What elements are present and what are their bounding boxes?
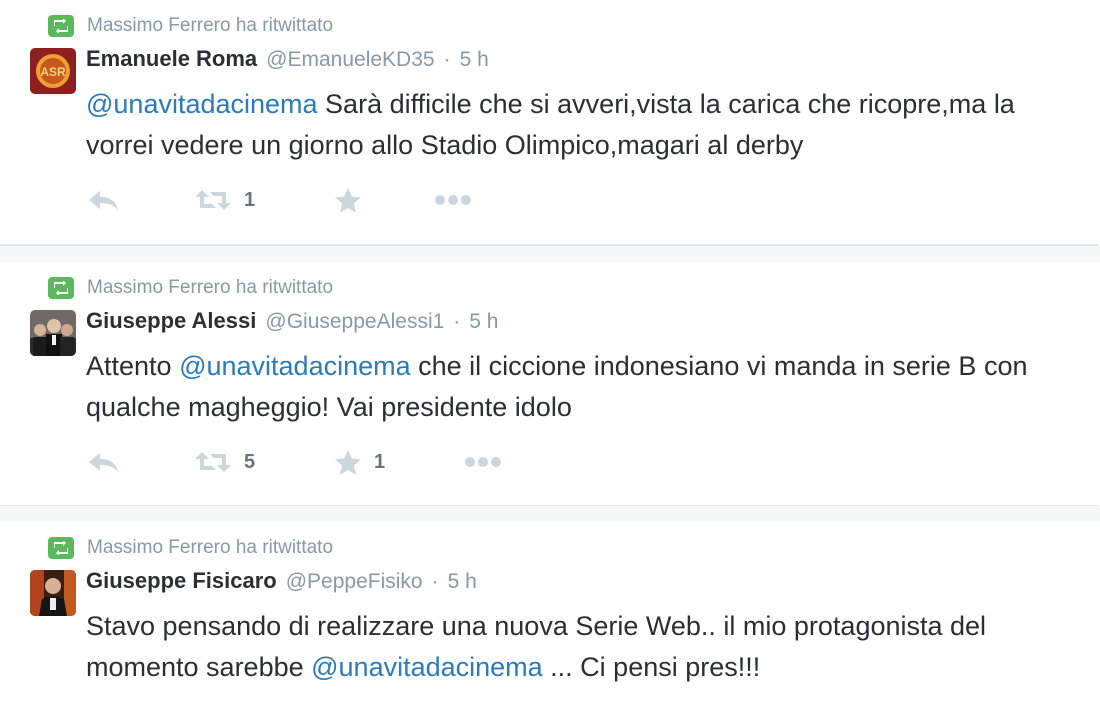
retweet-count: 1 xyxy=(244,188,256,211)
more-button[interactable] xyxy=(464,447,502,477)
author-username[interactable]: @PeppeFisiko xyxy=(286,570,423,594)
header-separator: · xyxy=(443,48,451,71)
tweet-header: Giuseppe Alessi @GiuseppeAlessi1 · 5 h xyxy=(86,308,499,334)
author-fullname[interactable]: Giuseppe Fisicaro xyxy=(86,568,277,594)
tweet-timestamp[interactable]: 5 h xyxy=(460,48,489,72)
tweet-timestamp[interactable]: 5 h xyxy=(469,310,498,334)
tweet-timestamp[interactable]: 5 h xyxy=(448,570,477,594)
author-fullname[interactable]: Emanuele Roma xyxy=(86,46,257,72)
tweet-text: @unavitadacinema Sarà difficile che si a… xyxy=(86,84,1086,166)
tweet-text-segment: ... Ci pensi pres!!! xyxy=(542,652,761,682)
retweet-icon xyxy=(195,452,231,472)
retweet-button[interactable]: 5 xyxy=(194,447,255,477)
header-separator: · xyxy=(431,570,439,593)
favorite-button[interactable] xyxy=(334,185,374,215)
tweet[interactable]: Massimo Ferrero ha ritwittato Giuseppe A… xyxy=(0,262,1098,507)
retweet-count: 5 xyxy=(244,450,256,473)
tweet-text-segment: Attento xyxy=(86,351,180,381)
portrait-photo-icon xyxy=(30,570,76,616)
retweet-context-label: Massimo Ferrero ha ritwittato xyxy=(87,277,334,298)
divider xyxy=(0,506,1100,522)
reply-icon xyxy=(89,453,118,472)
reply-button[interactable] xyxy=(86,447,120,477)
tweet-text: Stavo pensando di realizzare una nuova S… xyxy=(86,606,1086,688)
divider xyxy=(0,246,1100,262)
group-photo-icon xyxy=(30,310,76,356)
mention-link[interactable]: @unavitadacinema xyxy=(311,652,543,682)
svg-text:ASR: ASR xyxy=(40,65,66,79)
retweet-context-label: Massimo Ferrero ha ritwittato xyxy=(87,537,334,558)
as-roma-logo-icon: ASR xyxy=(30,48,76,94)
tweet-header: Emanuele Roma @EmanueleKD35 · 5 h xyxy=(86,46,489,72)
retweet-icon xyxy=(48,15,74,37)
retweet-button[interactable]: 1 xyxy=(194,185,255,215)
retweet-context: Massimo Ferrero ha ritwittato xyxy=(48,536,333,560)
timeline: Massimo Ferrero ha ritwittato ASR Emanue… xyxy=(0,0,1100,714)
mention-link[interactable]: @unavitadacinema xyxy=(86,89,318,119)
mention-link[interactable]: @unavitadacinema xyxy=(179,351,411,381)
retweet-context: Massimo Ferrero ha ritwittato xyxy=(48,14,333,38)
favorite-button[interactable]: 1 xyxy=(334,447,385,477)
more-dots-icon xyxy=(465,457,501,467)
retweet-icon xyxy=(195,190,231,210)
tweet-header: Giuseppe Fisicaro @PeppeFisiko · 5 h xyxy=(86,568,477,594)
retweet-context-label: Massimo Ferrero ha ritwittato xyxy=(87,15,334,36)
reply-button[interactable] xyxy=(86,185,120,215)
star-icon xyxy=(335,449,361,475)
retweet-icon xyxy=(48,537,74,559)
author-username[interactable]: @GiuseppeAlessi1 xyxy=(265,310,444,334)
avatar[interactable] xyxy=(30,570,76,616)
tweet[interactable]: Massimo Ferrero ha ritwittato ASR Emanue… xyxy=(0,0,1098,246)
star-icon xyxy=(335,187,361,213)
more-button[interactable] xyxy=(434,185,472,215)
tweet-text: Attento @unavitadacinema che il ciccione… xyxy=(86,346,1086,428)
avatar[interactable]: ASR xyxy=(30,48,76,94)
more-dots-icon xyxy=(435,195,471,205)
author-username[interactable]: @EmanueleKD35 xyxy=(266,48,434,72)
retweet-icon xyxy=(48,277,74,299)
header-separator: · xyxy=(453,310,461,333)
retweet-context: Massimo Ferrero ha ritwittato xyxy=(48,276,333,300)
author-fullname[interactable]: Giuseppe Alessi xyxy=(86,308,256,334)
avatar[interactable] xyxy=(30,310,76,356)
favorite-count: 1 xyxy=(374,450,386,473)
tweet[interactable]: Massimo Ferrero ha ritwittato Giuseppe F… xyxy=(0,522,1098,712)
reply-icon xyxy=(89,191,118,210)
